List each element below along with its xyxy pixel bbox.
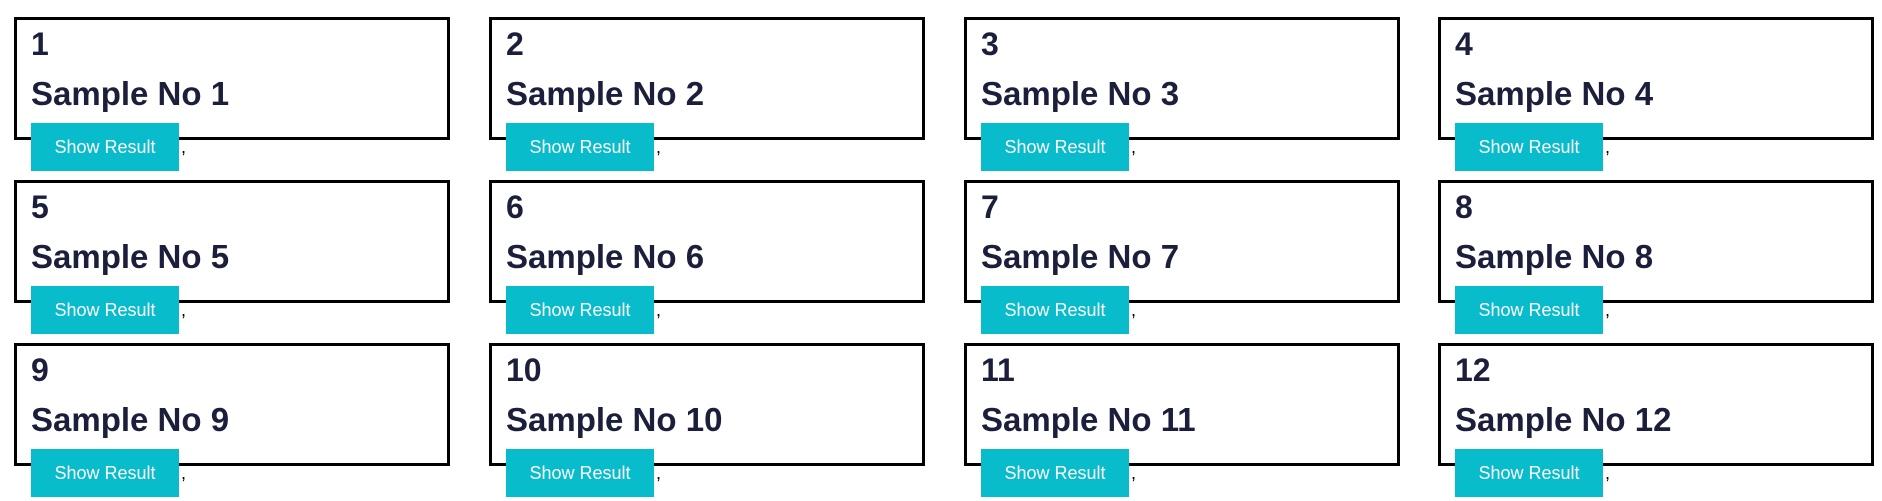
show-result-button-3[interactable]: Show Result (981, 123, 1129, 171)
sample-actions: Show Result, (506, 449, 661, 497)
sample-actions: Show Result, (1455, 123, 1610, 171)
sample-number: 8 (1455, 189, 1473, 225)
sample-title: Sample No 10 (506, 401, 723, 438)
show-result-button-6[interactable]: Show Result (506, 286, 654, 334)
sample-number: 6 (506, 189, 524, 225)
sample-card-4: 4 Sample No 4 Show Result, (1438, 17, 1874, 171)
sample-card-5: 5 Sample No 5 Show Result, (14, 180, 450, 334)
show-result-button-12[interactable]: Show Result (1455, 449, 1603, 497)
sample-number: 2 (506, 26, 524, 62)
show-result-button-9[interactable]: Show Result (31, 449, 179, 497)
sample-card-9: 9 Sample No 9 Show Result, (14, 343, 450, 497)
separator-text: , (1131, 137, 1137, 157)
sample-number: 9 (31, 352, 49, 388)
separator-text: , (1605, 300, 1611, 320)
separator-text: , (1131, 300, 1137, 320)
sample-title: Sample No 4 (1455, 75, 1654, 112)
sample-actions: Show Result, (1455, 449, 1610, 497)
sample-title: Sample No 8 (1455, 238, 1654, 275)
separator-text: , (1131, 463, 1137, 483)
separator-text: , (181, 463, 187, 483)
sample-title: Sample No 2 (506, 75, 705, 112)
sample-card-8: 8 Sample No 8 Show Result, (1438, 180, 1874, 334)
show-result-button-1[interactable]: Show Result (31, 123, 179, 171)
sample-card-1: 1 Sample No 1 Show Result, (14, 17, 450, 171)
sample-card-2: 2 Sample No 2 Show Result, (489, 17, 925, 171)
sample-title: Sample No 9 (31, 401, 230, 438)
separator-text: , (656, 300, 662, 320)
separator-text: , (1605, 463, 1611, 483)
sample-number: 1 (31, 26, 49, 62)
show-result-button-4[interactable]: Show Result (1455, 123, 1603, 171)
sample-actions: Show Result, (1455, 286, 1610, 334)
sample-title: Sample No 7 (981, 238, 1180, 275)
sample-actions: Show Result, (981, 123, 1136, 171)
sample-actions: Show Result, (506, 123, 661, 171)
sample-actions: Show Result, (506, 286, 661, 334)
separator-text: , (1605, 137, 1611, 157)
samples-grid: 1 Sample No 1 Show Result, 2 Sample No 2… (0, 0, 1882, 501)
sample-title: Sample No 11 (981, 401, 1196, 438)
separator-text: , (656, 463, 662, 483)
sample-actions: Show Result, (31, 123, 186, 171)
sample-card-6: 6 Sample No 6 Show Result, (489, 180, 925, 334)
sample-title: Sample No 5 (31, 238, 230, 275)
sample-number: 4 (1455, 26, 1473, 62)
show-result-button-11[interactable]: Show Result (981, 449, 1129, 497)
sample-card-11: 11 Sample No 11 Show Result, (964, 343, 1400, 497)
sample-number: 3 (981, 26, 999, 62)
sample-number: 12 (1455, 352, 1491, 388)
separator-text: , (656, 137, 662, 157)
sample-number: 11 (981, 352, 1015, 388)
sample-actions: Show Result, (31, 449, 186, 497)
show-result-button-10[interactable]: Show Result (506, 449, 654, 497)
sample-card-12: 12 Sample No 12 Show Result, (1438, 343, 1874, 497)
sample-card-10: 10 Sample No 10 Show Result, (489, 343, 925, 497)
sample-number: 10 (506, 352, 542, 388)
sample-title: Sample No 3 (981, 75, 1180, 112)
show-result-button-8[interactable]: Show Result (1455, 286, 1603, 334)
sample-title: Sample No 12 (1455, 401, 1672, 438)
sample-actions: Show Result, (981, 286, 1136, 334)
sample-actions: Show Result, (981, 449, 1136, 497)
show-result-button-7[interactable]: Show Result (981, 286, 1129, 334)
sample-title: Sample No 1 (31, 75, 230, 112)
separator-text: , (181, 137, 187, 157)
sample-card-3: 3 Sample No 3 Show Result, (964, 17, 1400, 171)
separator-text: , (181, 300, 187, 320)
sample-number: 5 (31, 189, 49, 225)
sample-number: 7 (981, 189, 999, 225)
sample-card-7: 7 Sample No 7 Show Result, (964, 180, 1400, 334)
sample-actions: Show Result, (31, 286, 186, 334)
sample-title: Sample No 6 (506, 238, 705, 275)
show-result-button-2[interactable]: Show Result (506, 123, 654, 171)
show-result-button-5[interactable]: Show Result (31, 286, 179, 334)
